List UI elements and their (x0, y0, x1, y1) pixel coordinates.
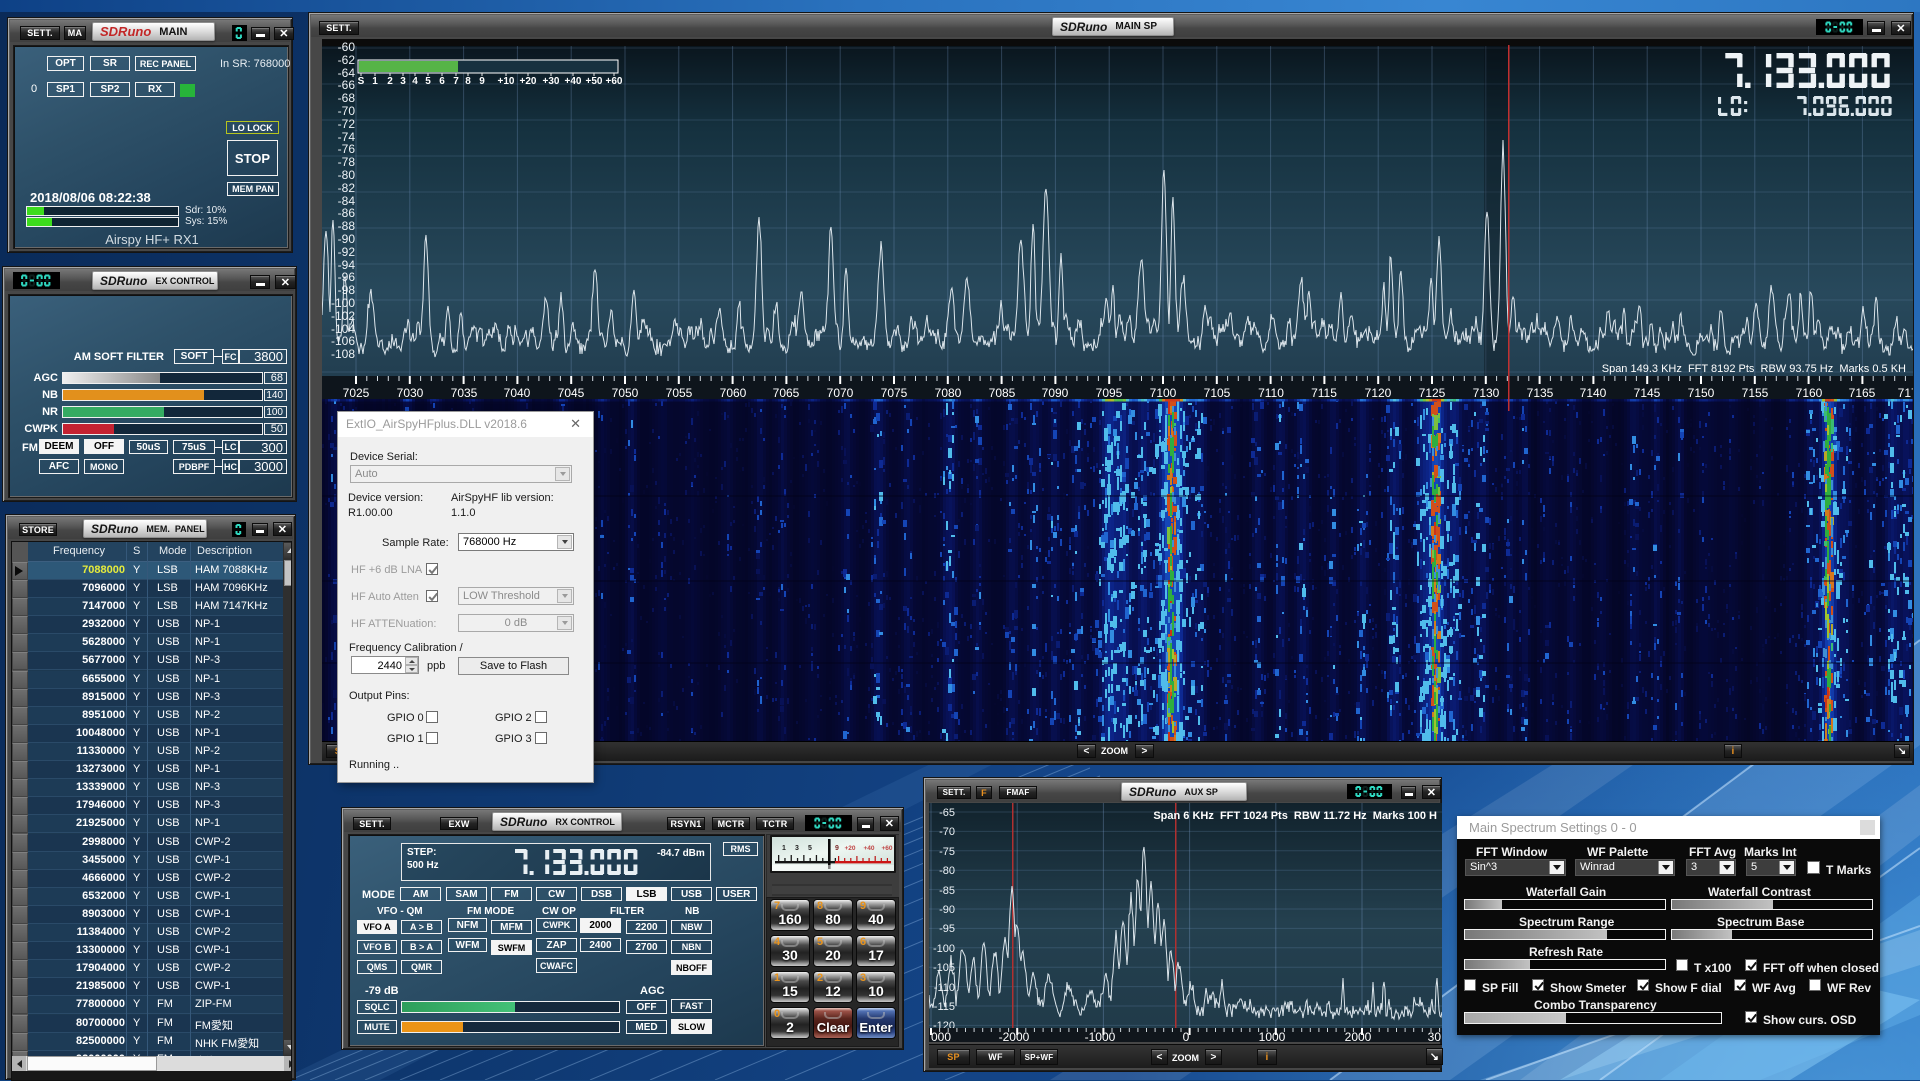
svg-text:+20: +20 (520, 76, 537, 87)
svg-text:+40: +40 (863, 845, 874, 852)
svg-text:7105: 7105 (1204, 386, 1231, 400)
svg-text:Span 149.3 KHz FFT 8192 Pts: Span 149.3 KHz FFT 8192 Pts RBW 93.75 Hz… (1602, 363, 1906, 375)
svg-text:-65: -65 (939, 807, 955, 819)
svg-text:-80: -80 (338, 168, 356, 182)
svg-text:-68: -68 (338, 91, 356, 105)
svg-text:-82: -82 (338, 181, 356, 195)
svg-text:+60: +60 (606, 76, 623, 87)
svg-text:30: 30 (1428, 1030, 1442, 1042)
svg-text:+50: +50 (586, 76, 603, 87)
svg-text:-66: -66 (338, 78, 356, 92)
svg-text:1: 1 (782, 845, 786, 852)
svg-text:7045: 7045 (558, 386, 585, 400)
svg-text:7040: 7040 (504, 386, 531, 400)
svg-text:-105: -105 (933, 962, 955, 974)
svg-text:7150: 7150 (1688, 386, 1715, 400)
svg-text:5: 5 (808, 845, 812, 852)
svg-text:7: 7 (453, 76, 459, 87)
svg-text:2000: 2000 (1345, 1030, 1372, 1042)
svg-text:1: 1 (372, 76, 378, 87)
svg-text:7120: 7120 (1365, 386, 1392, 400)
svg-text:-92: -92 (338, 245, 356, 259)
svg-text:7050: 7050 (612, 386, 639, 400)
svg-text:7115: 7115 (1311, 386, 1337, 400)
svg-text:3: 3 (400, 76, 406, 87)
svg-text:1000: 1000 (1259, 1030, 1286, 1042)
svg-text:7170: 7170 (1898, 386, 1913, 400)
svg-text:7110: 7110 (1258, 386, 1284, 400)
svg-text:-102: -102 (331, 309, 355, 323)
svg-text:7075: 7075 (881, 386, 908, 400)
svg-text:+30: +30 (543, 76, 560, 87)
svg-text:-60: -60 (338, 40, 356, 54)
svg-text:-90: -90 (939, 904, 955, 916)
svg-text:Span 6 KHz FFT 1024 Pts RBW: Span 6 KHz FFT 1024 Pts RBW 11.72 Hz Mar… (1153, 810, 1437, 822)
svg-text:-75: -75 (939, 846, 955, 858)
svg-text:-88: -88 (338, 219, 356, 233)
svg-text:5: 5 (425, 76, 431, 87)
svg-text:-100: -100 (933, 943, 955, 955)
svg-text:-76: -76 (338, 142, 356, 156)
svg-text:7055: 7055 (666, 386, 693, 400)
svg-text:-96: -96 (338, 270, 356, 284)
svg-text:-85: -85 (939, 885, 955, 897)
svg-text:7080: 7080 (935, 386, 962, 400)
svg-text:-86: -86 (338, 206, 356, 220)
svg-text:7070: 7070 (827, 386, 854, 400)
svg-text:8: 8 (465, 76, 471, 87)
svg-text:-62: -62 (338, 53, 356, 67)
svg-text:-106: -106 (331, 334, 355, 348)
svg-text:-1000: -1000 (1085, 1030, 1116, 1042)
svg-text:7130: 7130 (1473, 386, 1500, 400)
svg-text:7165: 7165 (1849, 386, 1876, 400)
svg-text:6: 6 (439, 76, 445, 87)
svg-text:-110: -110 (934, 982, 955, 994)
svg-text:-95: -95 (939, 923, 955, 935)
svg-text:7030: 7030 (397, 386, 424, 400)
svg-text:S: S (358, 76, 365, 87)
svg-text:7100: 7100 (1150, 386, 1177, 400)
svg-text:7155: 7155 (1742, 386, 1769, 400)
svg-text:-78: -78 (338, 155, 356, 169)
svg-text:-98: -98 (338, 283, 356, 297)
svg-text:+10: +10 (498, 76, 515, 87)
svg-text:-70: -70 (939, 826, 955, 838)
svg-text:7025: 7025 (343, 386, 370, 400)
svg-text:4: 4 (412, 76, 418, 87)
svg-text:7145: 7145 (1634, 386, 1661, 400)
svg-text:0: 0 (1183, 1030, 1190, 1042)
svg-text:9: 9 (479, 76, 485, 87)
svg-text:-72: -72 (338, 117, 356, 131)
svg-text:-70: -70 (338, 104, 356, 118)
svg-text:-108: -108 (331, 347, 355, 361)
svg-text:+20: +20 (844, 845, 855, 852)
svg-text:000: 000 (931, 1030, 951, 1042)
svg-text:7140: 7140 (1580, 386, 1607, 400)
svg-text:7035: 7035 (451, 386, 478, 400)
svg-text:2: 2 (387, 76, 393, 87)
svg-text:-100: -100 (331, 296, 355, 310)
svg-text:7085: 7085 (989, 386, 1016, 400)
svg-text:-80: -80 (939, 865, 955, 877)
svg-text:-2000: -2000 (999, 1030, 1030, 1042)
svg-text:7125: 7125 (1419, 386, 1446, 400)
svg-text:7065: 7065 (773, 386, 800, 400)
svg-text:3: 3 (795, 845, 799, 852)
svg-text:-90: -90 (338, 232, 356, 246)
svg-text:7135: 7135 (1527, 386, 1554, 400)
svg-text:7160: 7160 (1796, 386, 1823, 400)
svg-text:9: 9 (835, 845, 839, 852)
svg-text:7095: 7095 (1096, 386, 1123, 400)
svg-text:+40: +40 (565, 76, 582, 87)
svg-text:+60: +60 (881, 845, 892, 852)
svg-text:-115: -115 (934, 1001, 955, 1013)
svg-text:7090: 7090 (1042, 386, 1069, 400)
svg-text:7060: 7060 (720, 386, 747, 400)
